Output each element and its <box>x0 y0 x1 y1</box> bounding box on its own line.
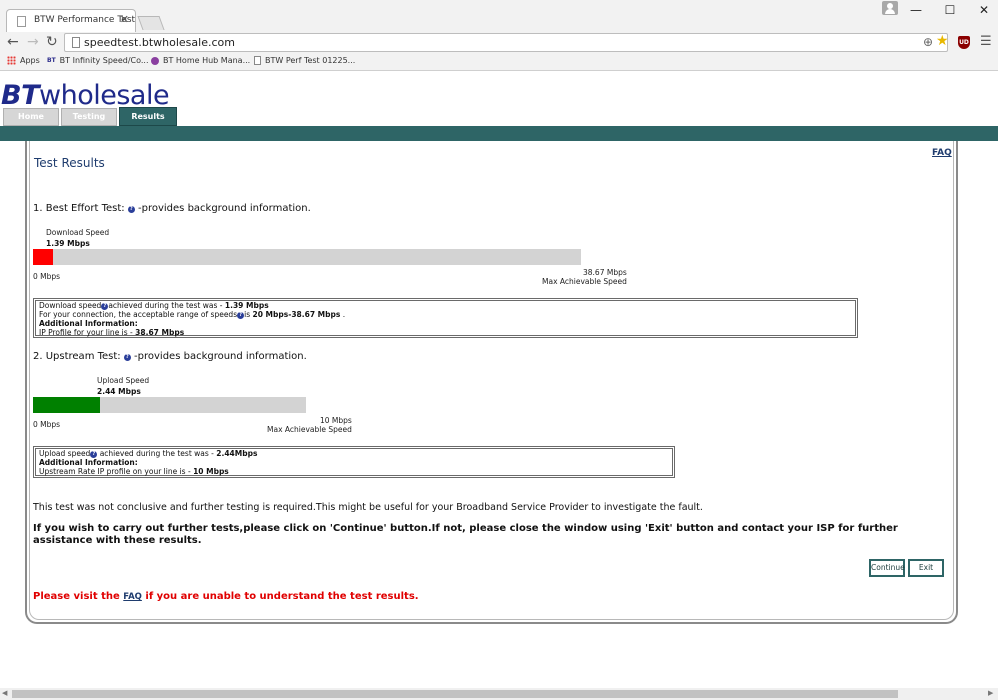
page-info-icon[interactable] <box>72 37 80 48</box>
browser-menu-icon[interactable]: ☰ <box>980 34 992 49</box>
upload-speed-bar <box>33 397 306 413</box>
bookmarks-bar: Apps BT BT Infinity Speed/Co... BT Home … <box>0 54 998 71</box>
download-max-label: Max Achievable Speed <box>542 277 627 286</box>
download-speed-bar-fill <box>33 249 53 265</box>
tab-results[interactable]: Results <box>119 107 177 126</box>
additional-info-heading: Additional Information: <box>39 319 138 328</box>
upload-max-value: 10 Mbps <box>320 416 352 425</box>
faq-inline-link[interactable]: FAQ <box>123 592 142 602</box>
new-tab-button[interactable] <box>137 16 165 30</box>
upload-speed-label: Upload Speed <box>97 376 150 385</box>
bt-logo-icon: BT <box>47 57 56 64</box>
download-min-label: 0 Mbps <box>33 272 61 281</box>
range-info-line: For your connection, the acceptable rang… <box>39 310 346 319</box>
bookmark-apps[interactable]: Apps <box>7 56 40 65</box>
continue-button[interactable]: Continue <box>869 559 905 577</box>
tab-testing[interactable]: Testing <box>61 108 117 126</box>
upload-info-box: Upload speed? achieved during the test w… <box>33 446 675 478</box>
download-info-box: Download speed? achieved during the test … <box>33 298 858 338</box>
upload-speed-value: 2.44 Mbps <box>97 387 141 396</box>
page-title: Test Results <box>34 156 105 170</box>
scrollbar-thumb[interactable] <box>12 690 898 698</box>
download-max-value: 38.67 Mbps <box>583 268 627 277</box>
status-message: This test was not conclusive and further… <box>33 502 703 513</box>
forward-arrow-icon[interactable]: → <box>27 34 39 50</box>
upload-speed-bar-fill <box>33 397 100 413</box>
download-speed-label: Download Speed <box>46 228 110 237</box>
download-speed-bar <box>33 249 581 265</box>
download-speed-value: 1.39 Mbps <box>46 239 90 248</box>
upstream-profile-line: Upstream Rate IP profile on your line is… <box>39 467 229 476</box>
bookmark-bt-infinity[interactable]: BT BT Infinity Speed/Co... <box>47 56 149 65</box>
help-icon[interactable]: ? <box>127 206 135 213</box>
exit-button[interactable]: Exit <box>908 559 944 577</box>
upstream-heading: 2. Upstream Test: ? -provides background… <box>33 351 307 362</box>
horizontal-scrollbar[interactable]: ◀ ▶ <box>0 688 998 700</box>
download-info-line: Download speed? achieved during the test … <box>39 301 269 310</box>
instructions-text: If you wish to carry out further tests,p… <box>33 523 898 546</box>
apps-grid-icon <box>7 56 16 65</box>
help-icon[interactable]: ? <box>123 354 131 361</box>
bookmark-bt-home-hub[interactable]: BT Home Hub Mana... <box>151 56 250 65</box>
tab-home[interactable]: Home <box>3 108 59 126</box>
faq-link[interactable]: FAQ <box>932 148 952 158</box>
browser-tab[interactable]: BTW Performance Test ✕ <box>6 9 136 32</box>
scroll-right-icon[interactable]: ▶ <box>988 689 993 697</box>
page-favicon-icon <box>17 16 26 27</box>
upload-max-label: Max Achievable Speed <box>267 425 352 434</box>
best-effort-heading: 1. Best Effort Test: ? -provides backgro… <box>33 203 311 214</box>
maximize-button[interactable]: ☐ <box>940 3 960 17</box>
upload-additional-info-heading: Additional Information: <box>39 458 138 467</box>
browser-tabstrip: BTW Performance Test ✕ — ☐ ✕ <box>0 0 998 32</box>
upload-min-label: 0 Mbps <box>33 420 61 429</box>
ublock-extension-icon[interactable]: UD <box>958 36 970 49</box>
browser-toolbar: ← → ↻ speedtest.btwholesale.com ⊕ ★ <box>0 32 998 54</box>
back-arrow-icon[interactable]: ← <box>7 34 19 50</box>
upload-info-line: Upload speed? achieved during the test w… <box>39 449 258 458</box>
bt-wholesale-logo: BTwholesale <box>1 80 170 111</box>
tab-close-icon[interactable]: ✕ <box>120 13 129 26</box>
reload-icon[interactable]: ↻ <box>46 34 58 50</box>
document-icon <box>254 56 261 65</box>
url-text[interactable]: speedtest.btwholesale.com <box>84 36 235 49</box>
header-bar <box>0 126 998 141</box>
minimize-button[interactable]: — <box>906 3 926 17</box>
close-window-button[interactable]: ✕ <box>974 3 994 17</box>
hub-icon <box>151 56 159 65</box>
ip-profile-line: IP Profile for your line is - 38.67 Mbps <box>39 328 185 337</box>
bookmark-star-icon[interactable]: ★ <box>936 33 949 49</box>
address-bar[interactable]: speedtest.btwholesale.com ⊕ ★ <box>64 33 949 52</box>
user-profile-icon[interactable] <box>882 1 898 15</box>
bookmark-btw-perf-test[interactable]: BTW Perf Test 01225... <box>254 56 355 65</box>
zoom-icon[interactable]: ⊕ <box>923 35 933 49</box>
scroll-left-icon[interactable]: ◀ <box>2 689 7 697</box>
faq-notice: Please visit the FAQ if you are unable t… <box>33 591 419 602</box>
